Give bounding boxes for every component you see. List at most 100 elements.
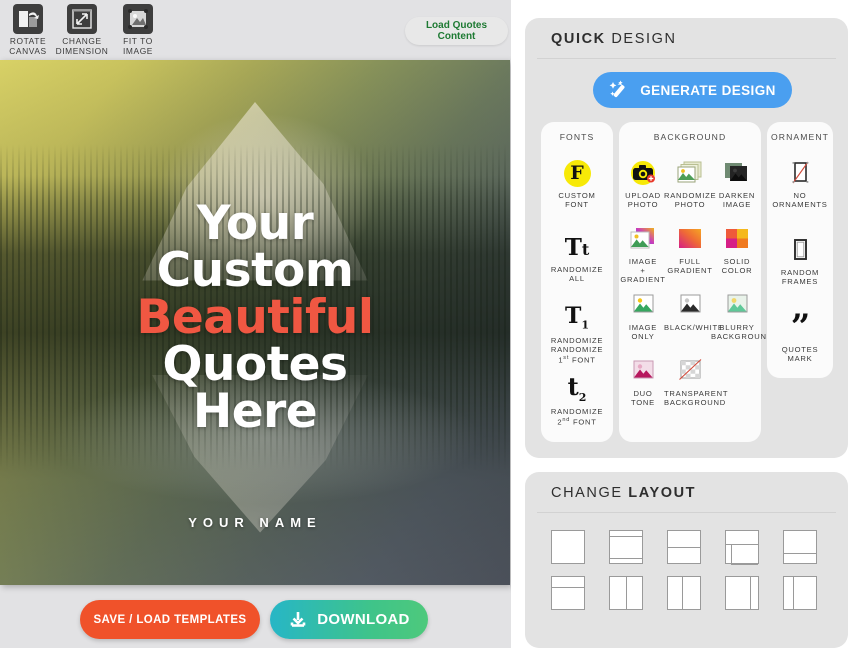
no-ornaments-option[interactable]: NO ORNAMENTS (767, 158, 833, 209)
quotes-mark-label-2: MARK (787, 354, 813, 364)
randomize-photo-label-2: PHOTO (674, 200, 706, 210)
load-quotes-content-button[interactable]: Load Quotes Content (405, 17, 508, 45)
layout-row-1 (551, 530, 827, 565)
layout-thumb-vertical-half[interactable] (609, 576, 643, 610)
image-plus-gradient-icon (617, 224, 669, 254)
image-gradient-label-3: GRADIENT (620, 275, 666, 285)
solid-color-label-2: COLOR (721, 266, 753, 276)
layout-thumb-offset-lower[interactable] (725, 530, 759, 565)
darken-image-label-2: IMAGE (722, 200, 752, 210)
generate-design-button[interactable]: GENERATE DESIGN (593, 72, 792, 108)
change-layout-title-light: CHANGE (551, 485, 629, 501)
duo-tone-option[interactable]: DUO TONE (617, 356, 669, 407)
randomize-first-label-1: RANDOMIZE (550, 336, 604, 345)
full-gradient-label-1: FULL (679, 257, 701, 266)
quick-design-divider (537, 58, 836, 59)
fit-to-image-icon (123, 4, 153, 34)
save-load-templates-button[interactable]: SAVE / LOAD TEMPLATES (80, 600, 260, 639)
layout-thumb-split-low[interactable] (783, 530, 817, 564)
transparent-bg-label-1: TRANSPARENT (664, 389, 729, 398)
change-layout-divider (537, 512, 836, 513)
canvas-toolbar: ROTATE CANVAS CHANGE DIMENSION FIT TO IM… (0, 0, 511, 60)
image-only-label-1: IMAGE (628, 323, 658, 332)
random-frames-option[interactable]: RANDOM FRAMES (767, 235, 833, 286)
randomize-photo-icon (664, 158, 716, 188)
quote-line-2: Custom (156, 243, 354, 298)
duo-tone-label-1: DUO (633, 389, 653, 398)
download-label: DOWNLOAD (317, 611, 410, 628)
layout-thumb-top-band[interactable] (551, 576, 585, 610)
fonts-section-title: FONTS (559, 132, 595, 142)
randomize-all-label-1: RANDOMIZE (550, 265, 604, 274)
full-gradient-option[interactable]: FULL GRADIENT (664, 224, 716, 275)
transparent-background-option[interactable]: TRANSPARENT BACKGROUND (664, 356, 729, 408)
rotate-canvas-label-2: CANVAS (9, 46, 47, 56)
quick-design-title-bold: QUICK (551, 31, 606, 47)
editor-area: ROTATE CANVAS CHANGE DIMENSION FIT TO IM… (0, 0, 511, 648)
randomize-second-font-icon: t2 (567, 372, 587, 404)
change-layout-title: CHANGE LAYOUT (551, 485, 696, 501)
random-frames-icon (767, 235, 833, 265)
change-dimension-label-2: DIMENSION (55, 46, 109, 56)
fit-to-image-button[interactable]: FIT TO IMAGE (110, 4, 166, 56)
black-white-option[interactable]: BLACK/WHITE (664, 290, 723, 332)
full-gradient-icon (664, 224, 716, 254)
image-gradient-label-2: + (640, 266, 646, 276)
randomize-all-font-option[interactable]: Tt RANDOMIZE ALL (541, 232, 613, 284)
randomize-second-font-option[interactable]: t2 RANDOMIZE 2nd FONT (541, 374, 613, 427)
change-layout-card: CHANGE LAYOUT (525, 472, 848, 648)
blurry-background-label-2: BACKGROUND (711, 332, 773, 342)
image-only-icon (617, 290, 669, 320)
change-layout-title-bold: LAYOUT (628, 485, 697, 501)
darken-image-option[interactable]: DARKEN IMAGE (711, 158, 763, 209)
quote-line-4: Quotes (162, 337, 348, 392)
design-canvas[interactable]: Your Custom Beautiful Quotes Here YOUR N… (0, 60, 510, 585)
author-name-text[interactable]: YOUR NAME (0, 515, 510, 530)
app-root: ROTATE CANVAS CHANGE DIMENSION FIT TO IM… (0, 0, 862, 648)
change-dimension-button[interactable]: CHANGE DIMENSION (54, 4, 110, 56)
randomize-first-label-2: RANDOMIZE 1st FONT (550, 345, 604, 365)
layout-thumb-vertical-center[interactable] (667, 576, 701, 610)
custom-font-label-2: FONT (565, 200, 589, 210)
background-section: BACKGROUND UPLOAD PHOTO RANDOMIZE PHOTO … (617, 122, 773, 442)
quote-text-block[interactable]: Your Custom Beautiful Quotes Here (0, 200, 510, 435)
quote-line-1: Your (196, 196, 314, 251)
custom-font-option[interactable]: F CUSTOM FONT (541, 158, 613, 209)
quotes-mark-label-1: QUOTES (781, 345, 819, 354)
solid-color-option[interactable]: SOLID COLOR (711, 224, 763, 275)
duo-tone-icon (617, 356, 669, 386)
blurry-background-option[interactable]: BLURRY BACKGROUND (711, 290, 773, 342)
layout-thumb-top-bottom-bands[interactable] (609, 530, 643, 564)
fit-to-image-label-2: IMAGE (123, 46, 153, 56)
custom-font-label-1: CUSTOM (558, 191, 596, 200)
layout-thumb-split-middle[interactable] (667, 530, 701, 564)
layout-row-2 (551, 576, 827, 610)
transparent-background-icon (664, 356, 716, 386)
rotate-canvas-button[interactable]: ROTATE CANVAS (0, 4, 56, 56)
layout-thumb-vertical-left[interactable] (783, 576, 817, 610)
generate-design-label: GENERATE DESIGN (640, 82, 776, 98)
randomize-first-font-option[interactable]: T1 RANDOMIZE RANDOMIZE 1st FONT (541, 303, 613, 365)
transparent-bg-label-2: BACKGROUND (664, 398, 726, 408)
download-button[interactable]: DOWNLOAD (270, 600, 428, 639)
upload-photo-option[interactable]: UPLOAD PHOTO (617, 158, 669, 209)
blurry-background-icon (711, 290, 763, 320)
layout-thumb-full[interactable] (551, 530, 585, 564)
quick-design-title: QUICK DESIGN (551, 31, 677, 47)
layout-thumb-vertical-right[interactable] (725, 576, 759, 610)
magic-wand-icon (609, 79, 631, 101)
quotes-mark-option[interactable]: ” QUOTES MARK (767, 306, 833, 364)
no-ornaments-label-1: NO (793, 191, 807, 200)
randomize-photo-option[interactable]: RANDOMIZE PHOTO (664, 158, 716, 209)
quotes-mark-icon: ” (790, 306, 811, 347)
image-only-option[interactable]: IMAGE ONLY (617, 290, 669, 341)
fit-to-image-label-1: FIT TO (123, 36, 153, 46)
load-quotes-label-2: Content (437, 31, 476, 42)
darken-image-label-1: DARKEN (718, 191, 756, 200)
quote-line-3: Beautiful (136, 290, 374, 345)
randomize-first-font-icon: T1 (564, 303, 590, 332)
quote-line-5: Here (192, 384, 318, 439)
no-ornaments-label-2: ORNAMENTS (772, 200, 828, 210)
image-plus-gradient-option[interactable]: IMAGE + GRADIENT (617, 224, 669, 285)
no-ornaments-icon (767, 158, 833, 188)
